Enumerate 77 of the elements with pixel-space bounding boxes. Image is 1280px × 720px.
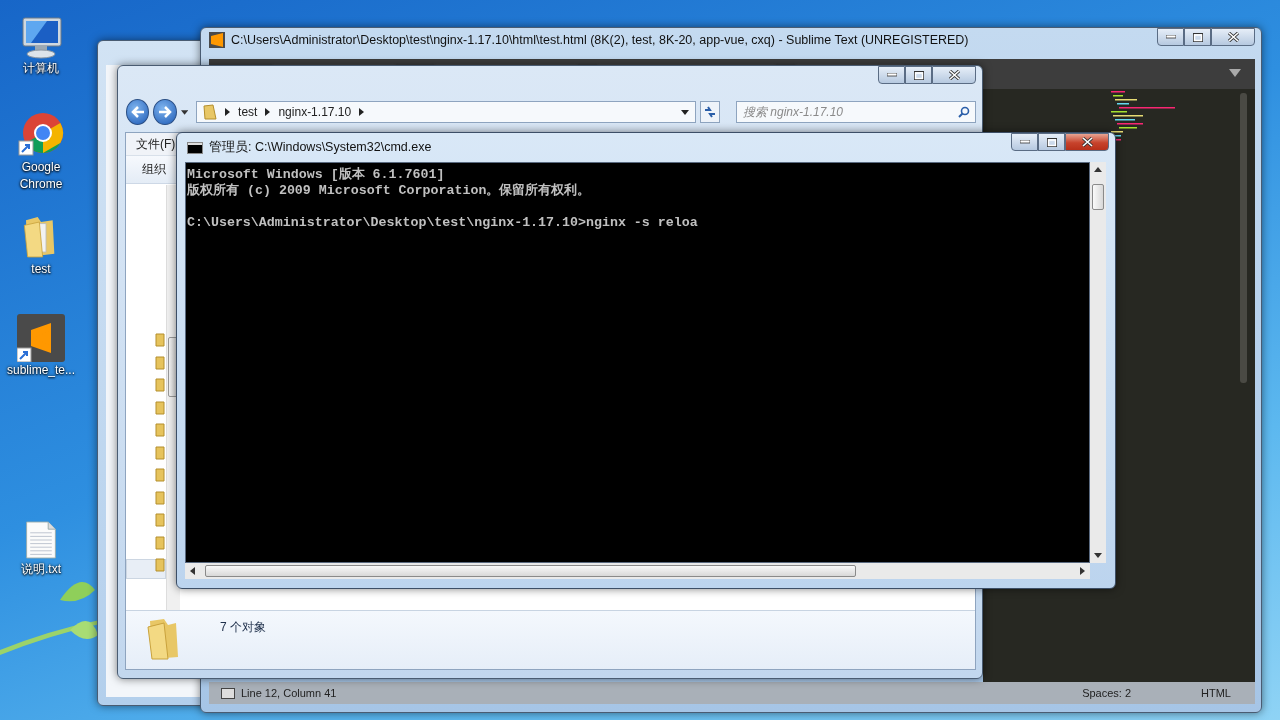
search-field[interactable]: 搜索 nginx-1.17.10 — [736, 101, 976, 123]
menu-item[interactable]: 文件(F) — [136, 135, 176, 153]
maximize-button[interactable] — [1184, 28, 1211, 46]
scrollbar[interactable] — [185, 563, 1090, 579]
text-file-icon — [23, 519, 59, 561]
desktop-icon-label[interactable]: Google Chrome — [2, 159, 80, 193]
breadcrumb-item[interactable]: nginx-1.17.10 — [278, 105, 352, 119]
folder-icon — [155, 355, 165, 370]
address-bar[interactable]: test nginx-1.17.10 — [196, 101, 697, 123]
scroll-right-arrow-icon[interactable] — [1080, 567, 1085, 575]
folder-icon — [155, 490, 165, 505]
minimize-icon — [886, 73, 897, 77]
item-count: 7 个对象 — [220, 619, 266, 636]
scrollbar-thumb[interactable] — [1092, 184, 1104, 210]
forward-arrow-icon — [158, 106, 173, 118]
folder-icon — [155, 535, 165, 550]
scrollbar-thumb[interactable] — [205, 565, 856, 577]
maximize-icon — [1192, 32, 1203, 42]
window-title: 管理员: C:\Windows\System32\cmd.exe — [209, 139, 432, 156]
scroll-down-arrow-icon[interactable] — [1094, 553, 1102, 558]
minimize-button[interactable] — [878, 66, 905, 84]
search-icon[interactable] — [958, 106, 970, 118]
console-output[interactable]: Microsoft Windows [版本 6.1.7601] 版权所有 (c) 2009 Microsoft Corporation。保留所有权利。 C:\Users\Administrator\Desktop\test\nginx-1.17.10>nginx -s reloa — [185, 162, 1090, 563]
chevron-icon[interactable] — [359, 108, 365, 116]
folder-icon — [155, 400, 165, 415]
folder-icon — [155, 558, 165, 572]
back-arrow-icon — [130, 106, 145, 118]
back-button[interactable] — [126, 99, 150, 125]
dropdown-arrow-icon[interactable] — [681, 109, 690, 115]
indentation-setting[interactable]: Spaces: 2 — [1082, 687, 1132, 699]
console-line: 版权所有 (c) 2009 Microsoft Corporation。保留所有权利。 — [187, 183, 592, 199]
chevron-icon[interactable] — [265, 108, 271, 116]
desktop-icon-label[interactable]: sublime_te... — [2, 362, 80, 379]
window-title: C:\Users\Administrator\Desktop\test\nginx-1.17.10\html\test.html (8K(2), test, 8K-20, app-vue, cxq) - Sublime Text (UNREGISTERED) — [231, 33, 969, 47]
close-icon — [948, 70, 960, 80]
scrollbar[interactable] — [1090, 162, 1106, 563]
cursor-position: Line 12, Column 41 — [241, 687, 337, 699]
close-icon — [1081, 137, 1093, 147]
folder-icon — [203, 104, 218, 120]
console-icon — [187, 141, 203, 154]
scroll-up-arrow-icon[interactable] — [1094, 167, 1102, 172]
console-line: C:\Users\Administrator\Desktop\test\nginx-1.17.10>nginx -s reloa — [187, 215, 699, 231]
console-line: Microsoft Windows [版本 6.1.7601] — [187, 167, 446, 183]
dropdown-arrow-icon[interactable] — [180, 109, 189, 115]
minimize-icon — [1019, 140, 1030, 144]
maximize-button[interactable] — [1038, 133, 1065, 151]
breadcrumb-item[interactable]: test — [238, 105, 258, 119]
maximize-button[interactable] — [905, 66, 932, 84]
minimize-button[interactable] — [1011, 133, 1038, 151]
maximize-icon — [1046, 137, 1057, 147]
scrollbar[interactable] — [1240, 93, 1247, 383]
maximize-icon — [913, 70, 924, 80]
folder-icon — [155, 333, 165, 347]
refresh-icon — [703, 106, 718, 118]
syntax-setting[interactable]: HTML — [1201, 687, 1231, 699]
folder-icon — [155, 468, 165, 482]
chevron-icon[interactable] — [225, 108, 231, 116]
chrome-icon — [17, 111, 65, 159]
refresh-button[interactable] — [700, 101, 720, 123]
desktop-icon-label[interactable]: 计算机 — [2, 60, 80, 77]
minimize-button[interactable] — [1157, 28, 1184, 46]
monitor-icon[interactable] — [221, 687, 235, 699]
scroll-left-arrow-icon[interactable] — [190, 567, 195, 575]
forward-button[interactable] — [153, 99, 177, 125]
folder-icon — [155, 423, 165, 437]
sublime-text-icon — [17, 314, 65, 362]
close-icon — [1227, 32, 1239, 42]
folder-icon — [155, 445, 165, 460]
sublime-text-icon — [209, 32, 225, 48]
close-button[interactable] — [1211, 28, 1255, 46]
close-button[interactable] — [932, 66, 976, 84]
desktop-icon-label[interactable]: test — [2, 261, 80, 278]
folder-icon — [155, 378, 165, 392]
toolbar-button[interactable]: 组织 — [142, 161, 166, 178]
folder-icon — [155, 513, 165, 527]
close-button[interactable] — [1065, 133, 1109, 151]
minimize-icon — [1165, 35, 1176, 39]
